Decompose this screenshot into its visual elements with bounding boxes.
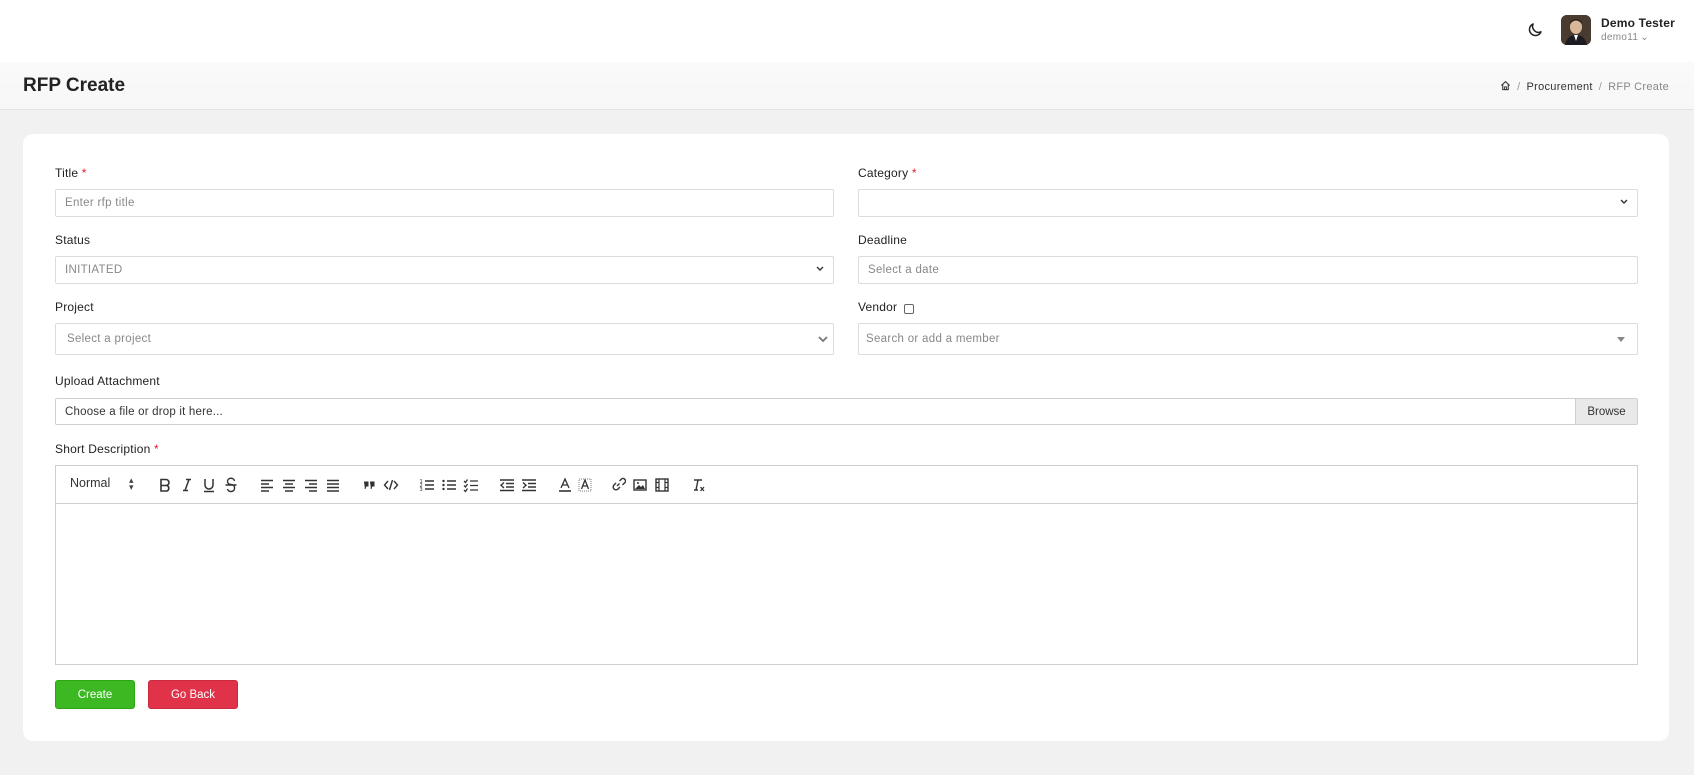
- italic-icon[interactable]: [179, 477, 195, 493]
- deadline-label: Deadline: [858, 233, 907, 247]
- image-icon[interactable]: [632, 477, 648, 493]
- heading-select-value: Normal: [70, 476, 111, 490]
- bold-icon[interactable]: [157, 477, 173, 493]
- go-back-button[interactable]: Go Back: [148, 680, 238, 709]
- user-handle-text: demo11: [1601, 32, 1639, 43]
- page-title: RFP Create: [23, 75, 126, 96]
- required-marker: *: [911, 166, 917, 180]
- required-marker: *: [154, 442, 159, 456]
- deadline-input[interactable]: Select a date: [858, 256, 1638, 284]
- text-color-icon[interactable]: [557, 477, 573, 493]
- create-button[interactable]: Create: [55, 680, 135, 709]
- status-label: Status: [55, 233, 91, 247]
- select-arrows-icon: ▴ ▾: [129, 475, 134, 492]
- align-center-icon[interactable]: [281, 477, 297, 493]
- chevron-down-icon: [813, 324, 833, 354]
- caret-down-icon: [1617, 337, 1625, 342]
- top-bar: [0, 0, 1694, 62]
- category-label-text: Category: [858, 166, 909, 180]
- user-name[interactable]: Demo Tester: [1601, 16, 1675, 30]
- title-label: Title *: [55, 166, 87, 180]
- breadcrumb-separator: /: [1598, 81, 1603, 93]
- checklist-icon[interactable]: [463, 477, 479, 493]
- outdent-icon[interactable]: [499, 477, 515, 493]
- project-select[interactable]: Select a project: [55, 323, 834, 355]
- code-block-icon[interactable]: [383, 477, 399, 493]
- heading-select[interactable]: Normal ▴ ▾: [70, 476, 134, 492]
- strikethrough-icon[interactable]: [223, 477, 239, 493]
- blockquote-icon[interactable]: [361, 477, 377, 493]
- vendor-label: Vendor: [858, 300, 898, 314]
- user-handle[interactable]: demo11 ⌄: [1601, 32, 1649, 43]
- project-placeholder: Select a project: [67, 333, 152, 345]
- project-label: Project: [55, 300, 94, 314]
- underline-icon[interactable]: [201, 477, 217, 493]
- vendor-search-input[interactable]: Search or add a member: [858, 323, 1638, 355]
- browse-button[interactable]: Browse: [1575, 399, 1637, 424]
- breadcrumb-separator: /: [1517, 81, 1521, 93]
- link-icon[interactable]: [610, 477, 626, 493]
- breadcrumb-procurement[interactable]: Procurement: [1526, 81, 1592, 93]
- description-label: Short Description *: [55, 442, 159, 456]
- editor-toolbar: Normal ▴ ▾ 123: [56, 466, 1637, 504]
- category-select[interactable]: [858, 189, 1638, 217]
- align-left-icon[interactable]: [259, 477, 275, 493]
- status-select[interactable]: INITIATED: [55, 256, 834, 284]
- breadcrumb: / Procurement / RFP Create: [1500, 80, 1669, 94]
- ordered-list-icon[interactable]: 123: [419, 477, 435, 493]
- category-label: Category *: [858, 166, 917, 180]
- align-justify-icon[interactable]: [325, 477, 341, 493]
- vendor-placeholder: Search or add a member: [866, 333, 1000, 345]
- video-icon[interactable]: [654, 477, 670, 493]
- dark-mode-toggle-icon[interactable]: [1526, 21, 1544, 39]
- background-color-icon[interactable]: [577, 477, 593, 493]
- vendor-checkbox[interactable]: [904, 304, 914, 314]
- svg-text:3: 3: [420, 487, 423, 493]
- required-marker: *: [81, 166, 87, 180]
- chevron-down-icon: ⌄: [1640, 32, 1649, 43]
- file-upload[interactable]: Choose a file or drop it here... Browse: [55, 398, 1638, 425]
- editor-content-area[interactable]: [56, 504, 1637, 664]
- description-label-text: Short Description: [55, 442, 151, 456]
- title-label-text: Title: [55, 166, 79, 180]
- avatar[interactable]: [1561, 15, 1591, 45]
- bullet-list-icon[interactable]: [441, 477, 457, 493]
- align-right-icon[interactable]: [303, 477, 319, 493]
- page-header: [0, 62, 1694, 110]
- indent-icon[interactable]: [521, 477, 537, 493]
- title-input[interactable]: Enter rfp title: [55, 189, 834, 217]
- home-icon[interactable]: [1500, 80, 1511, 94]
- clear-format-icon[interactable]: [690, 477, 706, 493]
- upload-label: Upload Attachment: [55, 374, 160, 388]
- status-value: INITIATED: [65, 264, 123, 276]
- chevron-down-icon: [1619, 197, 1629, 210]
- rich-text-editor: Normal ▴ ▾ 123: [55, 465, 1638, 665]
- chevron-down-icon: [815, 264, 825, 277]
- file-upload-text: Choose a file or drop it here...: [65, 405, 223, 418]
- breadcrumb-current: RFP Create: [1608, 81, 1669, 93]
